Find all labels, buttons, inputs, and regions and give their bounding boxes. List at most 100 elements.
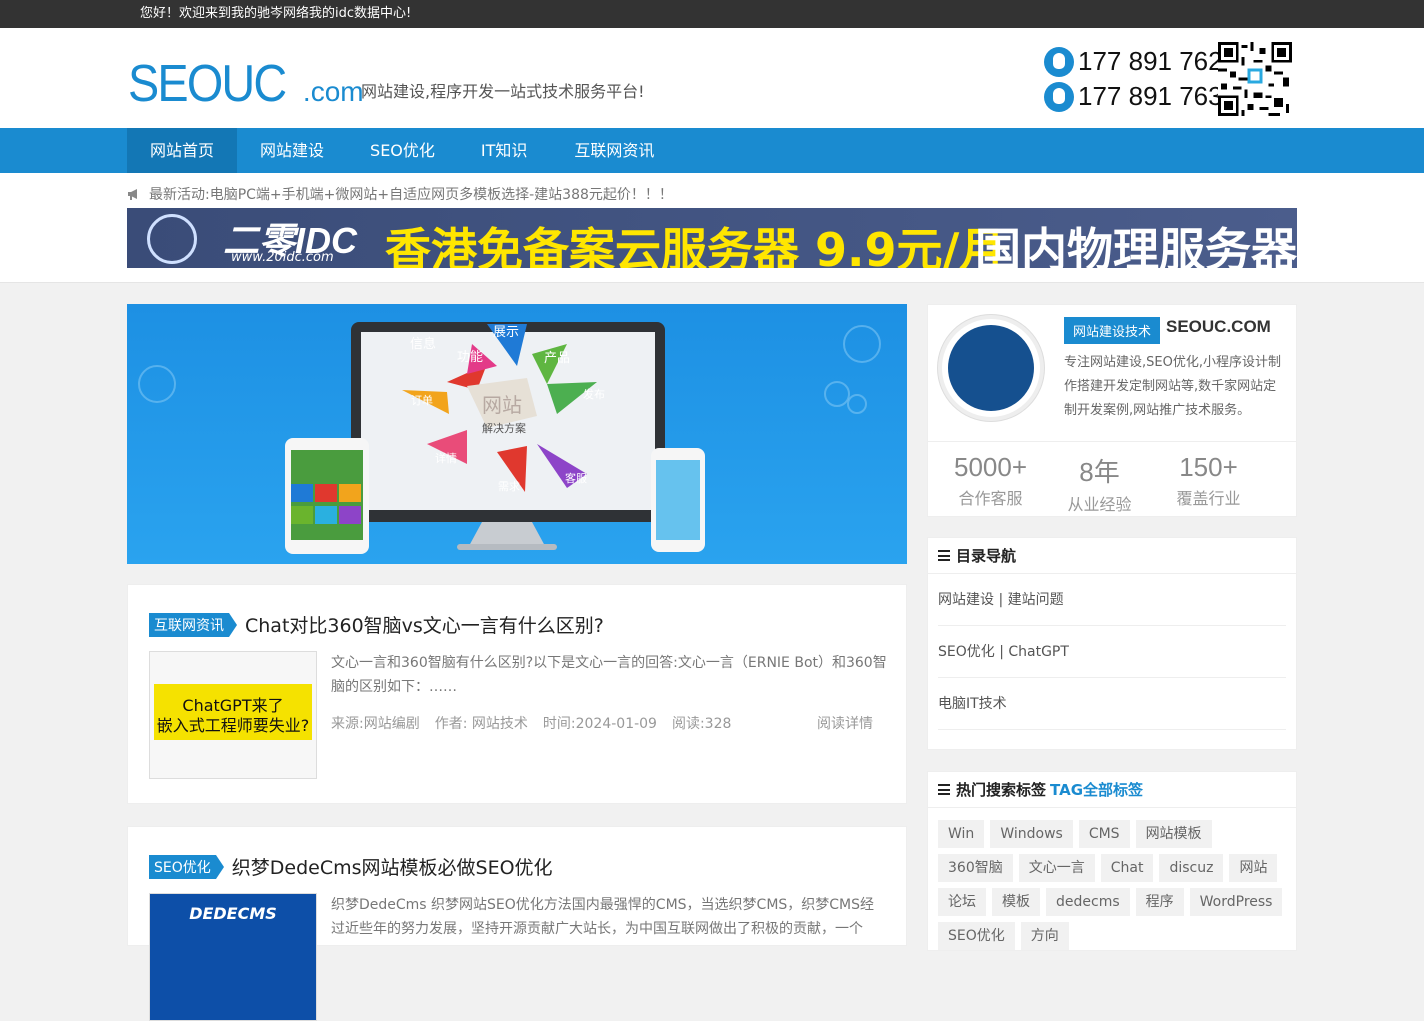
- nav-item-website[interactable]: 网站建设: [237, 128, 347, 173]
- site-slogan: 网站建设,程序开发一站式技术服务平台!: [361, 82, 645, 101]
- hero-center-title: 网站: [482, 393, 522, 417]
- stat-label: 覆盖行业: [1176, 489, 1241, 508]
- hero-label: 产品: [544, 351, 570, 366]
- post-card: 互联网资讯 Chat对比360智脑vs文心一言有什么区别? ChatGPT来了 …: [127, 584, 907, 804]
- stat-number: 8年: [1079, 457, 1120, 487]
- top-bar: 您好！欢迎来到我的驰岑网络我的idc数据中心!: [0, 0, 1424, 28]
- directory-item[interactable]: 电脑IT技术: [938, 678, 1286, 730]
- nav-item-news[interactable]: 互联网资讯: [550, 128, 678, 173]
- read-more-link[interactable]: 阅读详情: [817, 713, 873, 733]
- hot-tags-header: 热门搜索标签 TAG全部标签: [928, 772, 1296, 808]
- contact-phones: 177 891 762 177 891 763: [1044, 44, 1223, 114]
- megaphone-icon: [128, 189, 137, 200]
- post-meta: 来源:网站编剧 作者: 网站技术 时间:2024-01-09 阅读:328 阅读…: [331, 713, 873, 733]
- profile-stats: 5000+ 合作客服 8年 从业经验 150+ 覆盖行业: [928, 441, 1296, 517]
- idc-logo-icon: [147, 214, 197, 264]
- hero-label: 客服: [565, 471, 587, 485]
- profile-tag[interactable]: 网站建设技术: [1064, 317, 1161, 344]
- tag-item[interactable]: 文心一言: [1018, 854, 1095, 882]
- notice-bar: 最新活动:电脑PC端+手机端+微网站+自适应网页多模板选择-建站388元起价！！…: [127, 173, 1424, 204]
- post-thumbnail[interactable]: DEDECMS: [149, 893, 317, 1021]
- directory-item[interactable]: SEO优化 | ChatGPT: [938, 626, 1286, 678]
- tag-list: Win Windows CMS 网站模板 360智脑 文心一言 Chat dis…: [928, 808, 1296, 950]
- tag-item[interactable]: 网站: [1229, 854, 1278, 882]
- tag-item[interactable]: Win: [938, 820, 985, 848]
- hero-label: 订单: [411, 394, 433, 407]
- menu-icon: [938, 550, 950, 561]
- tag-item[interactable]: 网站模板: [1135, 820, 1212, 848]
- tag-item[interactable]: 360智脑: [938, 854, 1013, 882]
- thumb-caption-1: DEDECMS: [189, 904, 277, 923]
- banner-headline: 香港免备案云服务器 9.9元/月: [385, 223, 1006, 268]
- directory-nav-header: 目录导航: [928, 538, 1296, 574]
- tag-item[interactable]: 模板: [992, 888, 1040, 916]
- hero-label: 信息: [410, 336, 436, 352]
- nav-item-seo[interactable]: SEO优化: [347, 128, 458, 173]
- post-thumbnail[interactable]: ChatGPT来了 嵌入式工程师要失业?: [149, 651, 317, 779]
- hot-tags-title: 热门搜索标签: [956, 781, 1047, 799]
- post-reads: 阅读:328: [671, 716, 732, 732]
- avatar: [938, 315, 1044, 421]
- post-time: 时间:2024-01-09: [542, 716, 657, 732]
- profile-name: SEOUC.COM: [1166, 317, 1271, 336]
- stat-label: 合作客服: [958, 489, 1023, 508]
- stat-number: 150+: [1179, 452, 1238, 482]
- stat-label: 从业经验: [1067, 495, 1132, 514]
- tag-item[interactable]: 程序: [1135, 888, 1184, 916]
- stat-item: 5000+ 合作客服: [936, 442, 1045, 517]
- tag-item[interactable]: Chat: [1100, 854, 1154, 882]
- phone-line-2[interactable]: 177 891 763: [1044, 79, 1223, 114]
- phone-number: 177 891 763: [1078, 81, 1223, 111]
- stat-item: 8年 从业经验: [1045, 442, 1154, 517]
- hero-label: 需求: [498, 480, 520, 493]
- qr-code-icon: [1218, 42, 1292, 116]
- phone-line-1[interactable]: 177 891 762: [1044, 44, 1223, 79]
- post-title-row: 互联网资讯 Chat对比360智脑vs文心一言有什么区别?: [149, 611, 604, 638]
- hero-illustration: 网站 解决方案 信息 功能 展示 产品 发布 订单 详情 需求 客服: [138, 322, 881, 554]
- post-title-row: SEO优化 织梦DedeCms网站模板必做SEO优化: [149, 853, 553, 880]
- site-logo[interactable]: SEOUC .com: [128, 54, 364, 114]
- stat-item: 150+ 覆盖行业: [1154, 442, 1263, 517]
- all-tags-link[interactable]: TAG全部标签: [1050, 779, 1143, 800]
- hero-label: 详情: [435, 451, 457, 465]
- hero-slider[interactable]: 网站 解决方案 信息 功能 展示 产品 发布 订单 详情 需求 客服: [127, 304, 907, 564]
- hot-tags: 热门搜索标签 TAG全部标签 Win Windows CMS 网站模板 360智…: [927, 771, 1297, 951]
- qq-icon: [1044, 46, 1074, 77]
- main-nav: 网站首页 网站建设 SEO优化 IT知识 互联网资讯: [0, 128, 1424, 173]
- banner-logo-url: www.20idc.com: [231, 250, 334, 265]
- post-title[interactable]: Chat对比360智脑vs文心一言有什么区别?: [245, 611, 604, 638]
- post-excerpt: 织梦DedeCms 织梦网站SEO优化方法国内最强悍的CMS，当选织梦CMS，织…: [331, 897, 875, 937]
- post-card: SEO优化 织梦DedeCms网站模板必做SEO优化 DEDECMS 织梦Ded…: [127, 826, 907, 1021]
- post-author: 作者: 网站技术: [434, 716, 528, 732]
- tag-item[interactable]: Windows: [990, 820, 1073, 848]
- post-category-tag[interactable]: 互联网资讯: [149, 612, 237, 637]
- tag-item[interactable]: 方向: [1020, 922, 1069, 950]
- hero-label: 展示: [493, 325, 519, 340]
- directory-nav: 目录导航 网站建设 | 建站问题 SEO优化 | ChatGPT 电脑IT技术: [927, 537, 1297, 750]
- ad-banner[interactable]: 二零IDC www.20idc.com 香港免备案云服务器 9.9元/月 国内物…: [127, 208, 1297, 268]
- hero-center-sub: 解决方案: [482, 421, 526, 435]
- tag-item[interactable]: 论坛: [938, 888, 986, 916]
- profile-description: 专注网站建设,SEO优化,小程序设计制作搭建开发定制网站等,数千家网站定制开发案…: [1064, 355, 1281, 418]
- post-title[interactable]: 织梦DedeCms网站模板必做SEO优化: [232, 853, 553, 880]
- directory-nav-title: 目录导航: [956, 547, 1017, 565]
- post-category-tag[interactable]: SEO优化: [149, 854, 224, 879]
- post-excerpt: 文心一言和360智脑有什么区别?以下是文心一言的回答:文心一言（ERNIE Bo…: [331, 655, 887, 695]
- tag-item[interactable]: dedecms: [1046, 888, 1130, 916]
- post-source: 来源:网站编剧: [331, 716, 420, 732]
- tag-item[interactable]: SEO优化: [938, 922, 1015, 950]
- directory-item[interactable]: 网站建设 | 建站问题: [938, 574, 1286, 626]
- logo-main: SEOUC: [128, 55, 287, 113]
- welcome-text: 您好！欢迎来到我的驰岑网络我的idc数据中心!: [140, 6, 412, 21]
- hero-label: 发布: [583, 387, 605, 401]
- stat-number: 5000+: [953, 452, 1028, 482]
- tag-item[interactable]: discuz: [1159, 854, 1224, 882]
- tag-item[interactable]: WordPress: [1189, 888, 1283, 916]
- thumb-caption-2: 嵌入式工程师要失业?: [156, 716, 310, 735]
- qq-icon: [1044, 81, 1074, 112]
- notice-text[interactable]: 最新活动:电脑PC端+手机端+微网站+自适应网页多模板选择-建站388元起价！！…: [149, 184, 673, 204]
- nav-item-home[interactable]: 网站首页: [127, 128, 238, 173]
- nav-item-it[interactable]: IT知识: [458, 128, 551, 173]
- hero-label: 功能: [457, 350, 483, 365]
- tag-item[interactable]: CMS: [1078, 820, 1130, 848]
